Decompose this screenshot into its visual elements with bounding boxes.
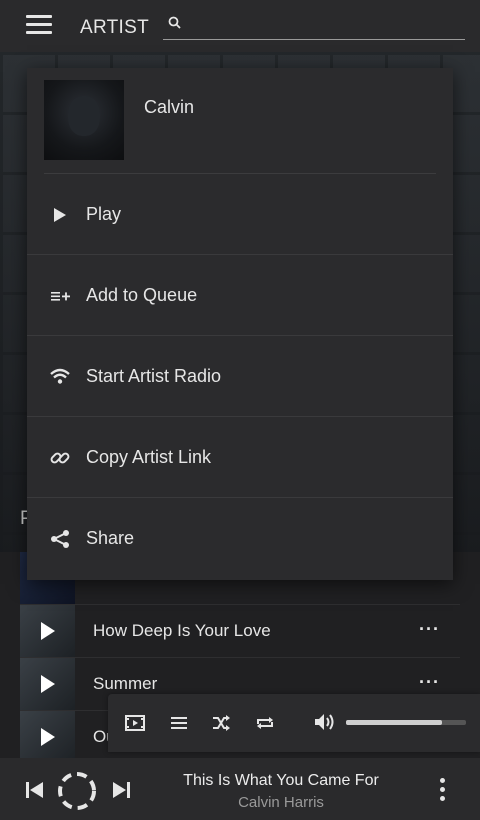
search-bar[interactable]: [163, 12, 465, 40]
menu-item-label: Start Artist Radio: [86, 366, 222, 386]
next-track-icon[interactable]: [111, 781, 131, 799]
album-thumbnail[interactable]: [20, 605, 75, 657]
previous-track-icon[interactable]: [25, 781, 45, 799]
playback-controls: [108, 694, 480, 752]
play-icon: [54, 208, 66, 222]
now-playing-title: This Is What You Came For: [183, 772, 379, 789]
search-icon: [168, 16, 181, 29]
menu-icon[interactable]: [26, 15, 52, 35]
search-input[interactable]: [191, 14, 461, 36]
track-title: How Deep Is Your Love: [93, 621, 271, 640]
now-playing-artist: Calvin Harris: [238, 794, 324, 811]
queue-list-icon[interactable]: [168, 712, 190, 734]
menu-header: Calvin: [27, 68, 453, 174]
menu-item-label: Copy Artist Link: [86, 447, 212, 467]
menu-item-copy-artist-link[interactable]: Copy Artist Link: [27, 417, 453, 498]
play-icon[interactable]: [41, 728, 55, 746]
menu-item-start-artist-radio[interactable]: Start Artist Radio: [27, 336, 453, 417]
radio-icon: [50, 368, 70, 384]
volume-slider[interactable]: [346, 720, 466, 725]
volume-icon[interactable]: [312, 711, 336, 733]
track-title: Summer: [93, 674, 158, 693]
artist-context-menu: Calvin Play Add to Queue Start Artist Ra…: [27, 68, 453, 580]
play-icon[interactable]: [41, 675, 55, 693]
more-options-icon[interactable]: ···: [419, 619, 440, 640]
menu-item-add-to-queue[interactable]: Add to Queue: [27, 255, 453, 336]
menu-item-label: Share: [86, 528, 135, 548]
artist-avatar: [44, 80, 124, 160]
artist-name: Calvin: [144, 97, 195, 117]
menu-item-label: Add to Queue: [86, 285, 198, 305]
now-playing-bar: This Is What You Came For Calvin Harris: [0, 758, 480, 820]
menu-item-label: Play: [86, 204, 122, 224]
link-icon: [50, 452, 70, 464]
video-icon[interactable]: [124, 712, 146, 734]
more-vertical-icon[interactable]: [438, 778, 446, 804]
shuffle-icon[interactable]: [210, 712, 232, 734]
loading-spinner-icon[interactable]: [56, 770, 98, 812]
play-icon[interactable]: [41, 622, 55, 640]
menu-item-play[interactable]: Play: [27, 174, 453, 255]
track-row[interactable]: How Deep Is Your Love ···: [20, 605, 460, 658]
add-to-queue-icon: [51, 292, 70, 301]
volume-slider-fill: [346, 720, 442, 725]
top-bar: ARTIST: [0, 0, 480, 52]
share-icon: [51, 530, 69, 548]
more-options-icon[interactable]: ···: [419, 672, 440, 693]
album-thumbnail[interactable]: [20, 711, 75, 763]
menu-item-share[interactable]: Share: [27, 498, 453, 579]
page-title: ARTIST: [80, 17, 150, 38]
repeat-icon[interactable]: [254, 712, 276, 734]
album-thumbnail[interactable]: [20, 658, 75, 710]
